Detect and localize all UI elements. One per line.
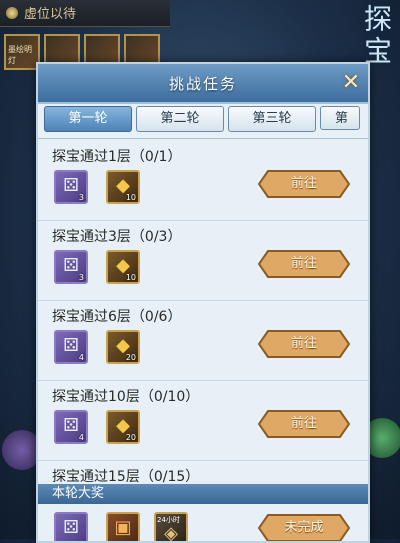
round-tabs: 第一轮 第二轮 第三轮 第 bbox=[44, 106, 368, 132]
tab-round-4[interactable]: 第 bbox=[320, 106, 360, 130]
top-status-bar: 虚位以待 bbox=[0, 0, 170, 27]
goto-button-label: 前往 bbox=[290, 256, 317, 271]
task-title: 探宝通过6层（0/6） bbox=[52, 309, 182, 325]
reward-qty: 10 bbox=[125, 193, 136, 202]
treasure-chest-reward-icon[interactable]: ▣ bbox=[106, 512, 140, 541]
reward-qty: 20 bbox=[125, 353, 136, 362]
status-dot-icon bbox=[6, 7, 18, 19]
dice-reward-icon[interactable]: ⚄ 3 bbox=[54, 170, 88, 204]
dice-reward-icon[interactable]: ⚄ 3 bbox=[54, 250, 88, 284]
gold-ingot-reward-icon[interactable]: ◆ 20 bbox=[106, 410, 140, 444]
round-reward-row: ⚄ ▣ 24小时 ◈ 未完成 bbox=[38, 504, 368, 541]
reward-qty: 10 bbox=[125, 273, 136, 282]
gold-ingot-reward-icon[interactable]: ◆ 10 bbox=[106, 250, 140, 284]
side-title: 探宝 bbox=[360, 4, 393, 68]
dice-reward-icon[interactable]: ⚄ bbox=[54, 512, 88, 541]
task-title: 探宝通过3层（0/3） bbox=[52, 229, 182, 245]
incomplete-button[interactable]: 未完成 bbox=[258, 514, 350, 541]
task-row: 探宝通过10层（0/10） ⚄ 4 ◆ 20 前往 bbox=[38, 380, 368, 461]
background-item-icon[interactable]: 墨绘明灯 bbox=[4, 34, 40, 70]
task-title: 探宝通过10层（0/10） bbox=[52, 389, 200, 405]
top-status-text: 虚位以待 bbox=[24, 7, 77, 22]
reward-qty: 20 bbox=[125, 433, 136, 442]
background-item-caption: 墨绘明灯 bbox=[8, 45, 32, 65]
reward-qty: 3 bbox=[78, 193, 84, 202]
reward-qty: 4 bbox=[78, 353, 84, 362]
tab-divider bbox=[38, 138, 368, 139]
dialog-title: 挑战任务 bbox=[168, 75, 237, 93]
goto-button[interactable]: 前往 bbox=[258, 410, 350, 438]
task-row: 探宝通过1层（0/1） ⚄ 3 ◆ 10 前往 bbox=[38, 140, 368, 221]
timed-reward-icon[interactable]: 24小时 ◈ bbox=[154, 512, 188, 541]
tab-round-1[interactable]: 第一轮 bbox=[44, 106, 132, 132]
goto-button[interactable]: 前往 bbox=[258, 250, 350, 278]
dialog-header: 挑战任务 ✕ bbox=[38, 64, 368, 104]
goto-button-label: 前往 bbox=[290, 416, 317, 431]
reward-qty: 4 bbox=[78, 433, 84, 442]
tab-round-2[interactable]: 第二轮 bbox=[136, 106, 224, 132]
goto-button[interactable]: 前往 bbox=[258, 330, 350, 358]
dice-reward-icon[interactable]: ⚄ 4 bbox=[54, 410, 88, 444]
task-title: 探宝通过15层（0/15） bbox=[52, 469, 200, 485]
dice-reward-icon[interactable]: ⚄ 4 bbox=[54, 330, 88, 364]
challenge-task-dialog: 挑战任务 ✕ 第一轮 第二轮 第三轮 第 探宝通过1层（0/1） ⚄ 3 ◆ 10 … bbox=[36, 62, 370, 543]
task-row: 探宝通过15层（0/15） bbox=[38, 460, 368, 486]
round-reward-header: 本轮大奖 bbox=[38, 484, 368, 504]
goto-button[interactable]: 前往 bbox=[258, 170, 350, 198]
task-row: 探宝通过6层（0/6） ⚄ 4 ◆ 20 前往 bbox=[38, 300, 368, 381]
close-icon[interactable]: ✕ bbox=[340, 72, 362, 94]
gold-ingot-reward-icon[interactable]: ◆ 10 bbox=[106, 170, 140, 204]
reward-qty: 3 bbox=[78, 273, 84, 282]
tab-round-3[interactable]: 第三轮 bbox=[228, 106, 316, 132]
gold-ingot-reward-icon[interactable]: ◆ 20 bbox=[106, 330, 140, 364]
goto-button-label: 前往 bbox=[290, 176, 317, 191]
task-row: 探宝通过3层（0/3） ⚄ 3 ◆ 10 前往 bbox=[38, 220, 368, 301]
task-title: 探宝通过1层（0/1） bbox=[52, 149, 182, 165]
goto-button-label: 前往 bbox=[290, 336, 317, 351]
incomplete-button-label: 未完成 bbox=[284, 520, 324, 535]
